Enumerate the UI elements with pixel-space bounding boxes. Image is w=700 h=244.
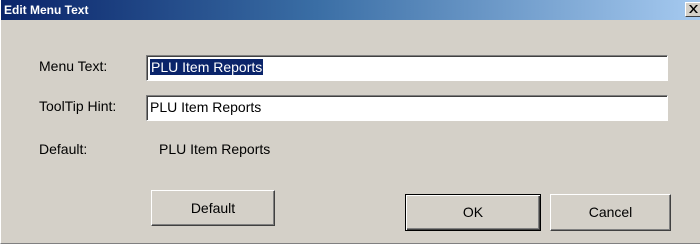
default-button[interactable]: Default <box>151 190 275 226</box>
default-value: PLU Item Reports <box>159 141 271 157</box>
menu-text-label: Menu Text: <box>39 58 108 74</box>
window-title: Edit Menu Text <box>4 3 89 17</box>
tooltip-hint-label: ToolTip Hint: <box>39 98 117 114</box>
default-label: Default: <box>39 141 88 157</box>
tooltip-hint-value: PLU Item Reports <box>150 99 262 115</box>
title-bar[interactable]: Edit Menu Text <box>1 0 700 20</box>
cancel-button[interactable]: Cancel <box>550 194 671 231</box>
close-icon <box>689 5 698 13</box>
close-button[interactable] <box>685 2 700 17</box>
ok-button[interactable]: OK <box>405 194 541 231</box>
menu-text-value: PLU Item Reports <box>150 59 264 75</box>
menu-text-input[interactable]: PLU Item Reports <box>146 55 668 81</box>
tooltip-hint-input[interactable]: PLU Item Reports <box>146 95 668 121</box>
edit-menu-text-dialog: Edit Menu Text Menu Text: PLU Item Repor… <box>0 0 700 244</box>
